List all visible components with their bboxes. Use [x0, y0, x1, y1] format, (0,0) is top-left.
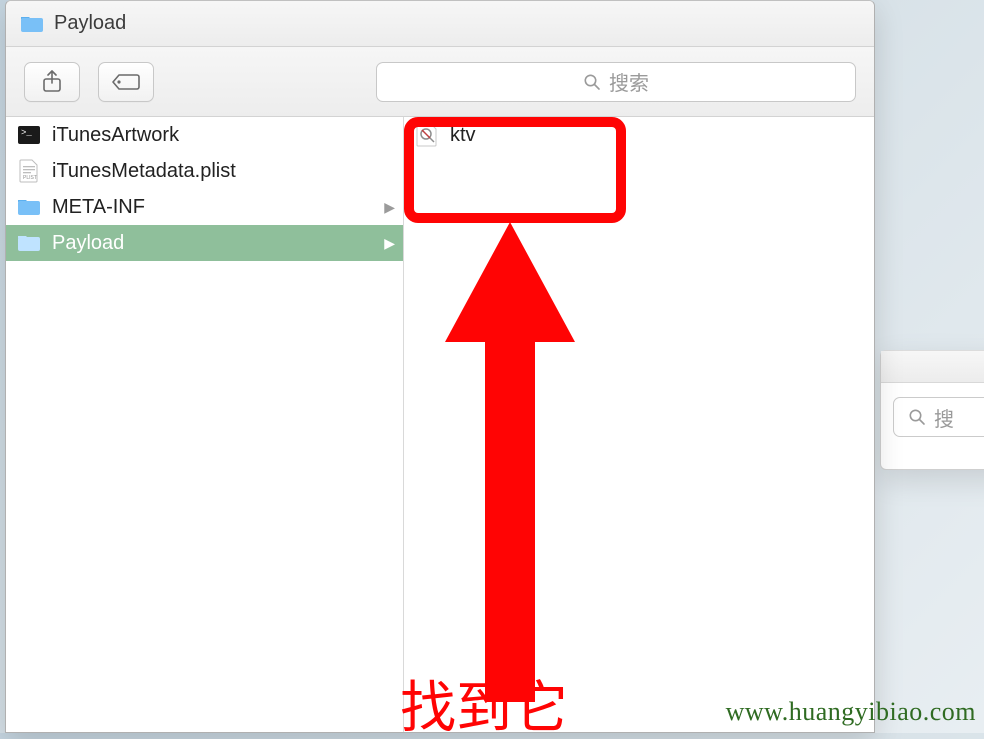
background-window: 搜	[880, 350, 984, 470]
list-item-label: Payload	[52, 232, 374, 255]
list-item-label: META-INF	[52, 196, 374, 219]
column-right[interactable]: ktv	[404, 117, 874, 732]
chevron-right-icon: ▶	[384, 200, 395, 214]
folder-icon	[16, 230, 42, 256]
folder-icon	[20, 14, 44, 34]
svg-text:>_: >_	[21, 128, 32, 138]
app-icon	[414, 122, 440, 148]
column-view: >_ iTunesArtwork PLIST iTunesMetadata.pl…	[6, 117, 874, 732]
column-left[interactable]: >_ iTunesArtwork PLIST iTunesMetadata.pl…	[6, 117, 404, 732]
finder-window: Payload 搜索	[5, 0, 875, 733]
tag-icon	[111, 72, 141, 92]
list-item-label: ktv	[450, 124, 866, 147]
background-search-input[interactable]: 搜	[893, 397, 984, 437]
tags-button[interactable]	[98, 62, 154, 102]
background-search-placeholder: 搜	[934, 403, 954, 432]
list-item[interactable]: PLIST iTunesMetadata.plist	[6, 153, 403, 189]
search-icon	[908, 408, 926, 426]
list-item-label: iTunesMetadata.plist	[52, 160, 395, 183]
search-input[interactable]: 搜索	[376, 62, 856, 102]
folder-icon	[16, 194, 42, 220]
chevron-right-icon: ▶	[384, 236, 395, 250]
list-item[interactable]: Payload ▶	[6, 225, 403, 261]
toolbar: 搜索	[6, 47, 874, 117]
share-button[interactable]	[24, 62, 80, 102]
plist-icon: PLIST	[16, 158, 42, 184]
list-item-label: iTunesArtwork	[52, 124, 395, 147]
window-title: Payload	[54, 12, 126, 35]
list-item[interactable]: >_ iTunesArtwork	[6, 117, 403, 153]
search-icon	[583, 73, 601, 91]
share-icon	[41, 70, 63, 94]
list-item[interactable]: META-INF ▶	[6, 189, 403, 225]
list-item[interactable]: ktv	[404, 117, 874, 153]
terminal-icon: >_	[16, 122, 42, 148]
svg-text:PLIST: PLIST	[23, 175, 37, 181]
search-placeholder: 搜索	[609, 67, 649, 96]
background-window-titlebar	[881, 351, 984, 383]
titlebar[interactable]: Payload	[6, 1, 874, 47]
